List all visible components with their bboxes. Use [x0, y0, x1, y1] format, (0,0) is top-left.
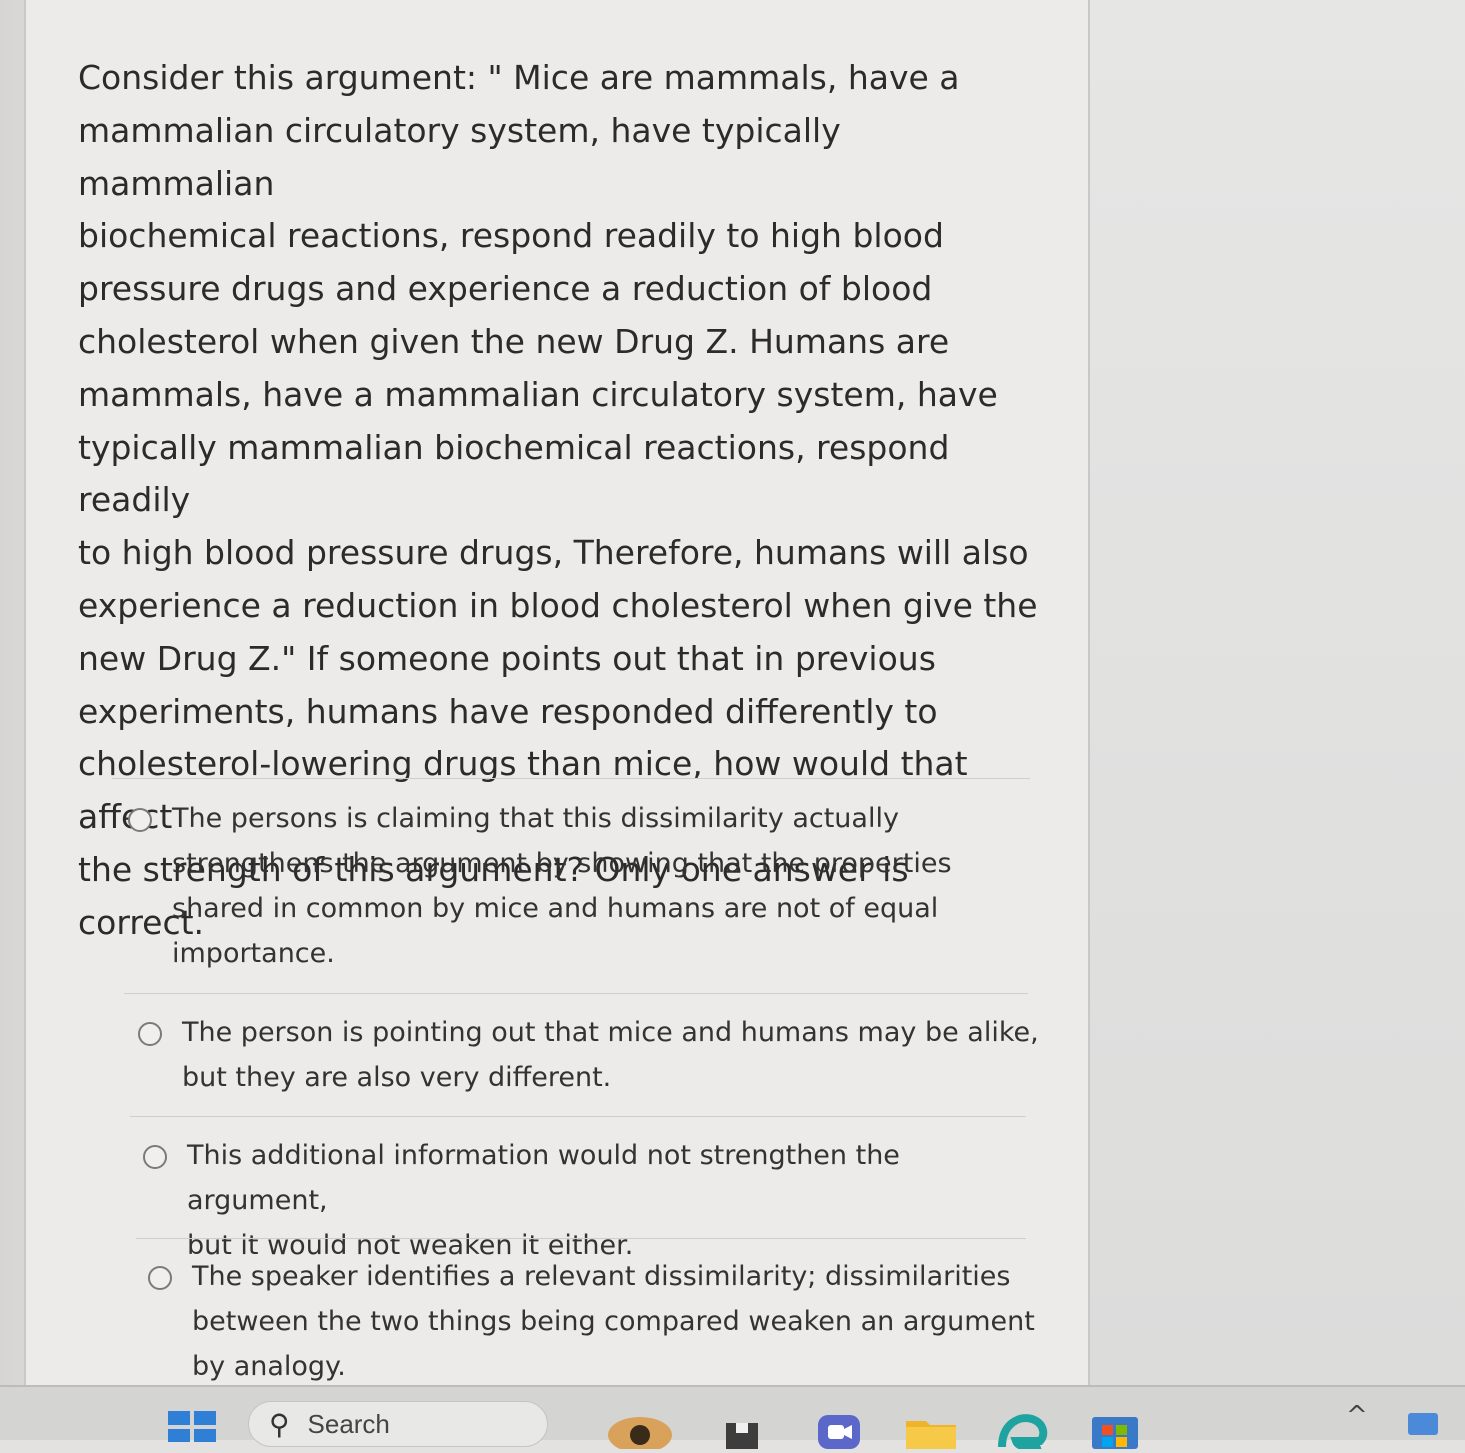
radio-button[interactable]: [128, 808, 152, 832]
video-call-icon[interactable]: [816, 1409, 862, 1449]
divider: [130, 1116, 1026, 1117]
store-icon[interactable]: [1090, 1409, 1140, 1449]
answer-option-label: The persons is claiming that this dissim…: [172, 803, 952, 969]
answer-option-1[interactable]: The persons is claiming that this dissim…: [128, 796, 1032, 976]
copilot-icon[interactable]: [604, 1409, 676, 1453]
divider: [112, 778, 1030, 779]
answer-option-4[interactable]: The speaker identifies a relevant dissim…: [148, 1254, 1052, 1389]
radio-button[interactable]: [148, 1266, 172, 1290]
windows-start-icon[interactable]: [168, 1411, 216, 1442]
answer-option-label: The person is pointing out that mice and…: [182, 1017, 1039, 1093]
taskbar-search-box[interactable]: ⚲ Search: [248, 1401, 548, 1447]
search-label: Search: [307, 1408, 390, 1439]
divider: [136, 1238, 1026, 1239]
answer-option-2[interactable]: The person is pointing out that mice and…: [138, 1010, 1042, 1100]
taskbar: ⚲ Search ^: [0, 1385, 1465, 1453]
screen: Consider this argument: " Mice are mamma…: [0, 0, 1465, 1453]
right-panel: [1090, 0, 1465, 1385]
radio-button[interactable]: [138, 1022, 162, 1046]
tray-app-icon[interactable]: [1408, 1413, 1438, 1435]
chevron-up-icon[interactable]: ^: [1346, 1401, 1368, 1431]
edge-browser-icon[interactable]: [996, 1409, 1048, 1452]
divider: [124, 993, 1028, 994]
file-explorer-icon[interactable]: [722, 1409, 762, 1449]
answer-option-3[interactable]: This additional information would not st…: [143, 1133, 1047, 1268]
radio-button[interactable]: [143, 1145, 167, 1169]
answer-option-label: This additional information would not st…: [187, 1140, 900, 1261]
search-icon: ⚲: [269, 1407, 290, 1441]
folder-icon[interactable]: [904, 1409, 958, 1449]
answer-option-label: The speaker identifies a relevant dissim…: [192, 1261, 1035, 1382]
